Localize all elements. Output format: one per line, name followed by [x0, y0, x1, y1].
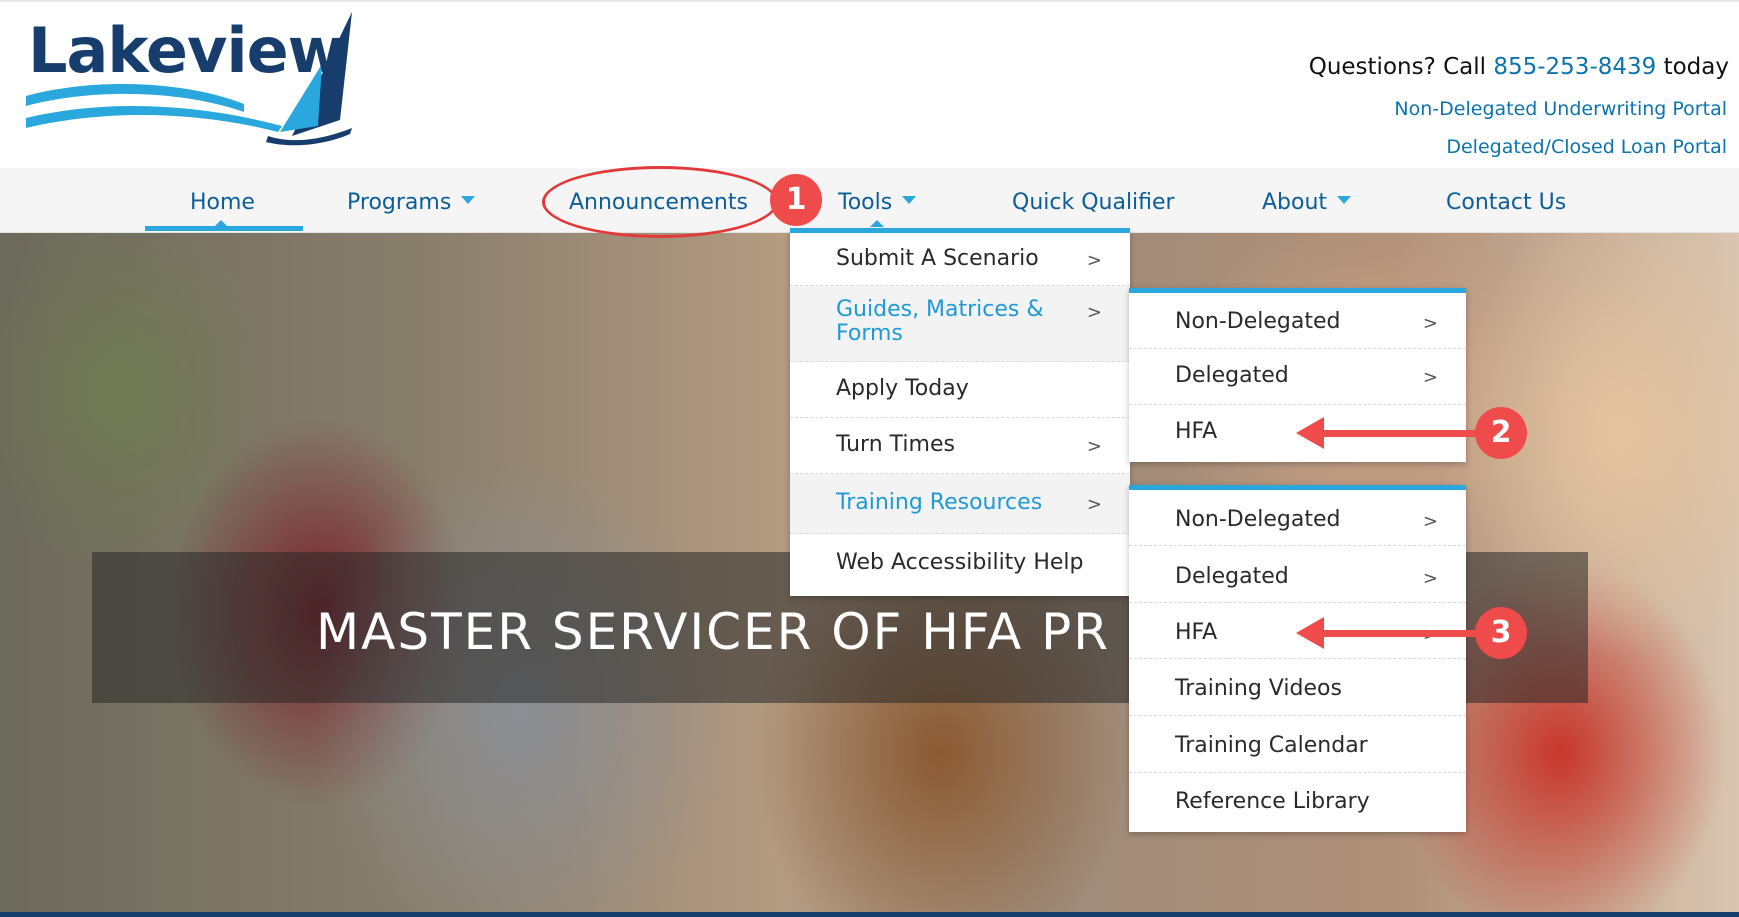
menu-item-label: Web Accessibility Help: [836, 550, 1084, 575]
chevron-right-icon: >: [1086, 250, 1102, 271]
nav-tools[interactable]: Tools: [838, 190, 917, 215]
training-submenu: Non-Delegated > Delegated > HFA > Traini…: [1129, 485, 1466, 832]
non-delegated-portal-link[interactable]: Non-Delegated Underwriting Portal: [1394, 98, 1727, 120]
menu-item-label: Guides, Matrices & Forms: [836, 297, 1044, 346]
chevron-right-icon: >: [1086, 494, 1102, 515]
nav-programs[interactable]: Programs: [347, 190, 476, 215]
menu-item-label: Delegated: [1175, 564, 1289, 589]
menu-item-turn-times[interactable]: Turn Times >: [790, 418, 1130, 474]
menu-item-web-accessibility-help[interactable]: Web Accessibility Help: [790, 534, 1130, 596]
menu-item-apply-today[interactable]: Apply Today: [790, 362, 1130, 418]
menu-item-submit-a-scenario[interactable]: Submit A Scenario >: [790, 232, 1130, 286]
nav-quick-qualifier-label: Quick Qualifier: [1012, 190, 1175, 215]
menu-item-label: HFA: [1175, 620, 1218, 645]
menu-item-label: Submit A Scenario: [836, 246, 1039, 271]
menu-item-label: Non-Delegated: [1175, 507, 1341, 532]
submenu-item-non-delegated[interactable]: Non-Delegated >: [1129, 490, 1466, 546]
submenu-item-training-calendar[interactable]: Training Calendar: [1129, 716, 1466, 773]
menu-item-label: Training Calendar: [1175, 733, 1368, 758]
nav-contact-us-label: Contact Us: [1446, 190, 1567, 215]
chevron-right-icon: >: [1422, 313, 1438, 334]
caret-down-icon: [1337, 196, 1352, 204]
menu-item-label: Training Resources: [836, 490, 1043, 515]
nav-about[interactable]: About: [1262, 190, 1352, 215]
announcements-highlight-oval: [542, 166, 778, 238]
submenu-item-training-videos[interactable]: Training Videos: [1129, 659, 1466, 716]
submenu-item-non-delegated[interactable]: Non-Delegated >: [1129, 293, 1466, 349]
nav-quick-qualifier[interactable]: Quick Qualifier: [1012, 190, 1175, 215]
chevron-right-icon: >: [1086, 436, 1102, 457]
arrow-head-icon: [1296, 617, 1324, 649]
menu-item-training-resources[interactable]: Training Resources >: [790, 474, 1130, 534]
nav-about-label: About: [1262, 190, 1328, 215]
chevron-right-icon: >: [1086, 302, 1102, 323]
caret-down-icon: [902, 196, 917, 204]
step-badge-2: 2: [1475, 407, 1527, 459]
submenu-item-reference-library[interactable]: Reference Library: [1129, 773, 1466, 832]
nav-home-label: Home: [190, 190, 255, 215]
questions-suffix: today: [1656, 54, 1729, 80]
tools-nav-notch: [870, 220, 884, 227]
logo-wordmark: Lakeview: [28, 14, 345, 87]
nav-programs-label: Programs: [347, 190, 452, 215]
top-border: [0, 0, 1739, 2]
tools-dropdown-menu: Submit A Scenario > Guides, Matrices & F…: [790, 228, 1130, 596]
delegated-portal-link[interactable]: Delegated/Closed Loan Portal: [1446, 136, 1727, 158]
caret-down-icon: [461, 196, 476, 204]
arrow-left-icon: [1320, 430, 1480, 437]
nav-contact-us[interactable]: Contact Us: [1446, 190, 1566, 215]
chevron-right-icon: >: [1422, 511, 1438, 532]
nav-home[interactable]: Home: [190, 190, 255, 215]
menu-item-label: Training Videos: [1175, 676, 1342, 701]
chevron-right-icon: >: [1422, 367, 1438, 388]
questions-prefix: Questions? Call: [1308, 54, 1494, 80]
submenu-item-delegated[interactable]: Delegated >: [1129, 349, 1466, 405]
bottom-bar: [0, 912, 1739, 917]
step-badge-3: 3: [1475, 607, 1527, 659]
phone-link[interactable]: 855-253-8439: [1493, 54, 1656, 80]
menu-item-guides-matrices-forms[interactable]: Guides, Matrices & Forms >: [790, 286, 1130, 362]
contact-line: Questions? Call 855-253-8439 today: [1309, 54, 1729, 80]
menu-item-label: HFA: [1175, 419, 1218, 444]
hero-title: MASTER SERVICER OF HFA PR: [316, 603, 1111, 661]
lakeview-logo[interactable]: Lakeview: [22, 8, 382, 148]
chevron-right-icon: >: [1422, 568, 1438, 589]
submenu-item-delegated[interactable]: Delegated >: [1129, 546, 1466, 603]
arrow-head-icon: [1296, 417, 1324, 449]
menu-item-label: Delegated: [1175, 363, 1289, 388]
active-nav-notch: [214, 220, 228, 227]
step-badge-1: 1: [770, 174, 822, 226]
menu-item-label: Turn Times: [836, 432, 955, 457]
menu-item-label: Non-Delegated: [1175, 309, 1341, 334]
menu-item-label: Reference Library: [1175, 789, 1370, 814]
nav-tools-label: Tools: [838, 190, 893, 215]
menu-item-label: Apply Today: [836, 376, 969, 401]
arrow-left-icon: [1320, 630, 1480, 637]
main-nav: Home Programs Announcements Tools Quick …: [0, 168, 1739, 233]
